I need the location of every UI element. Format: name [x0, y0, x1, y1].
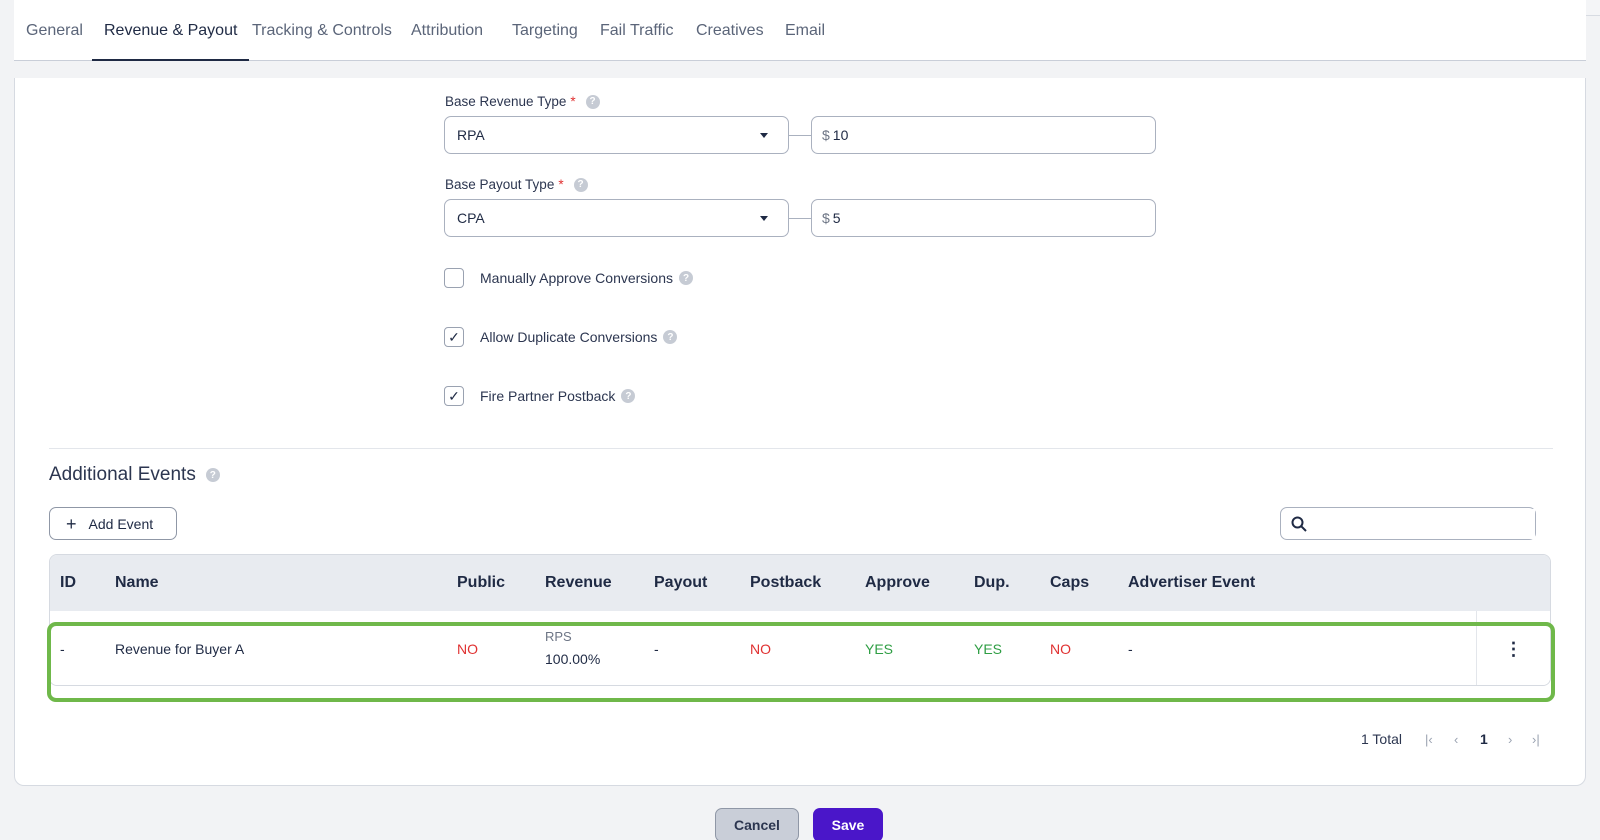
additional-events-title: Additional Events ? — [49, 464, 220, 486]
tab-attribution[interactable]: Attribution — [399, 22, 495, 61]
help-icon[interactable]: ? — [205, 468, 220, 482]
cell-postback: NO — [750, 641, 771, 657]
column-header-name[interactable]: Name — [115, 574, 159, 592]
help-icon[interactable]: ? — [621, 389, 636, 403]
column-header-payout[interactable]: Payout — [654, 574, 707, 592]
row-actions-kebab-icon[interactable]: ⋮ — [1476, 611, 1550, 685]
cell-advertiser-event: - — [1128, 641, 1133, 657]
column-header-dup[interactable]: Dup. — [974, 574, 1010, 592]
add-event-button[interactable]: + Add Event — [49, 507, 177, 540]
column-header-postback[interactable]: Postback — [750, 574, 821, 592]
base-revenue-amount-input[interactable]: $ 10 — [811, 116, 1156, 154]
cell-revenue-value: 100.00% — [545, 651, 601, 667]
tab-bar: General Revenue & Payout Tracking & Cont… — [14, 0, 1586, 61]
last-page-icon[interactable]: ›| — [1532, 732, 1540, 747]
caret-down-icon — [760, 216, 768, 221]
column-header-public[interactable]: Public — [457, 574, 505, 592]
cell-payout: - — [654, 641, 659, 657]
field-connector — [789, 135, 811, 136]
help-icon[interactable]: ? — [585, 94, 600, 109]
column-header-id[interactable]: ID — [60, 574, 76, 592]
column-header-caps[interactable]: Caps — [1050, 574, 1089, 592]
plus-icon: + — [66, 513, 77, 534]
save-button[interactable]: Save — [813, 808, 883, 840]
table-header: ID Name Public Revenue Payout Postback A… — [50, 555, 1550, 611]
column-header-revenue[interactable]: Revenue — [545, 574, 612, 592]
fire-postback-checkbox[interactable]: ✓ — [444, 386, 464, 406]
required-mark: * — [570, 94, 576, 109]
tab-tracking-controls[interactable]: Tracking & Controls — [240, 22, 404, 61]
manually-approve-checkbox[interactable] — [444, 268, 464, 288]
revenue-payout-card: Base Revenue Type * ? RPA $ 10 Base Payo… — [14, 78, 1586, 786]
cell-approve: YES — [865, 641, 894, 657]
cell-dup: YES — [974, 641, 1003, 657]
cell-revenue-type: RPS — [545, 629, 572, 644]
fire-postback-row: ✓ Fire Partner Postback ? — [444, 386, 636, 406]
tab-revenue-payout[interactable]: Revenue & Payout — [92, 22, 250, 61]
tab-email[interactable]: Email — [773, 22, 837, 61]
base-revenue-type-select[interactable]: RPA — [444, 116, 789, 154]
base-payout-type-select[interactable]: CPA — [444, 199, 789, 237]
column-header-advertiser-event[interactable]: Advertiser Event — [1128, 574, 1255, 592]
caret-down-icon — [760, 133, 768, 138]
help-icon[interactable]: ? — [573, 177, 588, 192]
events-search — [1280, 507, 1536, 540]
help-icon[interactable]: ? — [679, 271, 693, 285]
cell-caps: NO — [1050, 641, 1071, 657]
manually-approve-row: Manually Approve Conversions ? — [444, 268, 693, 288]
events-table: ID Name Public Revenue Payout Postback A… — [49, 554, 1551, 686]
cell-id: - — [60, 641, 65, 657]
tab-fail-traffic[interactable]: Fail Traffic — [588, 22, 686, 61]
section-divider — [49, 448, 1553, 449]
base-revenue-label: Base Revenue Type * ? — [445, 94, 600, 109]
base-payout-label: Base Payout Type * ? — [445, 177, 588, 192]
cancel-button[interactable]: Cancel — [715, 808, 799, 840]
allow-duplicate-checkbox[interactable]: ✓ — [444, 327, 464, 347]
search-input[interactable] — [1315, 508, 1535, 539]
tab-creatives[interactable]: Creatives — [684, 22, 776, 61]
column-header-approve[interactable]: Approve — [865, 574, 930, 592]
cell-public: NO — [457, 641, 478, 657]
field-connector — [789, 218, 811, 219]
required-mark: * — [558, 177, 564, 192]
tab-targeting[interactable]: Targeting — [500, 22, 590, 61]
next-page-icon[interactable]: › — [1508, 732, 1512, 747]
total-count: 1 Total — [1361, 731, 1402, 747]
cell-name: Revenue for Buyer A — [115, 641, 245, 657]
search-icon — [1291, 516, 1307, 532]
help-icon[interactable]: ? — [663, 330, 678, 344]
table-row[interactable]: - Revenue for Buyer A NO RPS 100.00% - N… — [50, 611, 1550, 685]
tab-general[interactable]: General — [14, 22, 95, 61]
first-page-icon[interactable]: |‹ — [1425, 732, 1433, 747]
allow-duplicate-row: ✓ Allow Duplicate Conversions ? — [444, 327, 678, 347]
page-number[interactable]: 1 — [1480, 731, 1488, 747]
base-payout-amount-input[interactable]: $ 5 — [811, 199, 1156, 237]
prev-page-icon[interactable]: ‹ — [1454, 732, 1458, 747]
